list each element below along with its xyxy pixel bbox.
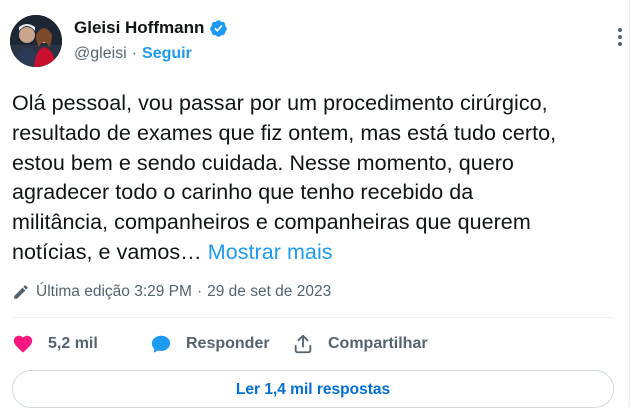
name-row: Gleisi Hoffmann [74, 16, 228, 40]
author-info: Gleisi Hoffmann @gleisi · Seguir [74, 16, 228, 66]
avatar[interactable] [10, 15, 62, 67]
tweet-text-line: agradecer todo o carinho que tenho receb… [12, 180, 474, 205]
tweet-text-last-line: notícias, e vamos… Mostrar mais [12, 238, 630, 268]
author-display-name[interactable]: Gleisi Hoffmann [74, 18, 204, 38]
handle-row: @gleisi · Seguir [74, 42, 228, 66]
tweet-text-line: notícias, e vamos… [12, 239, 202, 264]
like-count: 5,2 mil [48, 335, 98, 352]
read-replies-button[interactable]: Ler 1,4 mil respostas [12, 370, 614, 408]
author-handle[interactable]: @gleisi [74, 45, 127, 63]
like-button[interactable]: 5,2 mil [12, 333, 150, 355]
share-button[interactable]: Compartilhar [292, 333, 428, 355]
action-bar: 5,2 mil Responder Compartilhar [12, 333, 428, 355]
tweet-text: Olá pessoal, vou passar por um procedime… [12, 89, 630, 268]
tweet-text-line: estou bem e sendo cuidada. Nesse momento… [12, 150, 514, 175]
verified-badge-icon [210, 19, 228, 37]
tweet-text-line: resultado de exames que fiz ontem, mas e… [12, 120, 557, 145]
handle-separator: · [131, 45, 138, 62]
more-options-icon[interactable] [613, 26, 627, 48]
reply-button[interactable]: Responder [150, 333, 292, 355]
reply-label: Responder [186, 335, 270, 352]
tweet-text-line: militância, companheiros e companheiras … [12, 210, 531, 235]
divider [12, 317, 614, 318]
follow-button[interactable]: Seguir [142, 45, 192, 63]
edit-separator: · [196, 283, 203, 300]
edit-info[interactable]: Última edição 3:29 PM · 29 de set de 202… [12, 283, 331, 301]
avatar-image [10, 15, 62, 67]
tweet-text-line: Olá pessoal, vou passar por um procedime… [12, 91, 548, 115]
speech-bubble-icon [151, 335, 171, 353]
share-upload-icon [294, 334, 312, 354]
show-more-link[interactable]: Mostrar mais [208, 240, 333, 264]
tweet-card: Gleisi Hoffmann @gleisi · Seguir Olá pes… [0, 0, 630, 408]
tweet-header: Gleisi Hoffmann @gleisi · Seguir [10, 15, 228, 67]
share-label: Compartilhar [328, 335, 428, 352]
last-edited-label: Última edição 3:29 PM [36, 283, 192, 300]
pencil-icon [14, 285, 28, 299]
heart-icon [13, 335, 33, 353]
post-date: 29 de set de 2023 [207, 283, 332, 300]
